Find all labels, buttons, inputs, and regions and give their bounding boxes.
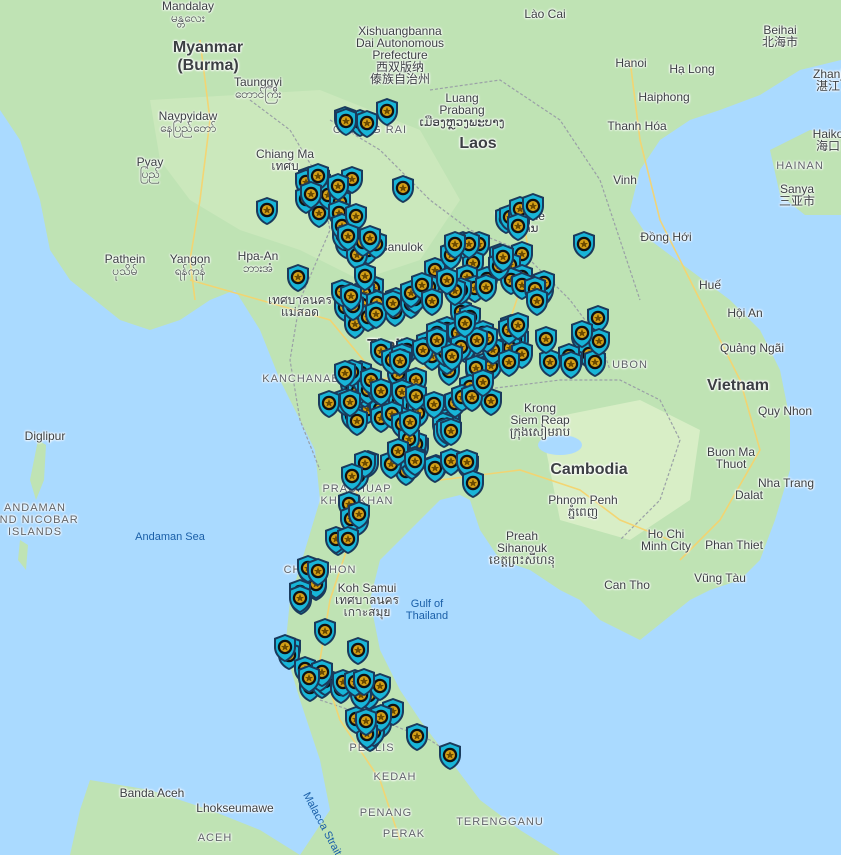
place-label-phnom-penh: Phnom Penh ភ្នំពេញ — [548, 493, 618, 519]
place-label-sanya: Sanya 三亚市 — [778, 182, 816, 208]
place-label-perak: PERAK — [382, 828, 426, 840]
place-label-ubon: UBON — [612, 359, 648, 371]
place-label-terengganu: TERENGGANU — [456, 816, 544, 828]
place-label-dalat: Dalat — [734, 488, 764, 502]
police-badge-icon[interactable] — [357, 224, 383, 254]
sea-label-gulf-of-thailand: Gulf of Thailand — [405, 598, 449, 622]
police-badge-icon[interactable] — [439, 342, 465, 372]
police-badge-icon[interactable] — [374, 97, 400, 127]
place-label-hpa-an: Hpa-An ဘားအံ — [237, 249, 279, 275]
place-label-koh-samui: Koh Samui เทศบาลนคร เกาะสมุย — [334, 581, 400, 619]
police-badge-icon[interactable] — [387, 347, 413, 377]
place-label-kedah: KEDAH — [373, 771, 417, 783]
country-label-laos: Laos — [459, 135, 497, 152]
place-label-banda-aceh: Banda Aceh — [119, 786, 185, 800]
place-label-vung-tau: Vũng Tàu — [694, 571, 746, 585]
country-label-myanmar: Myanmar (Burma) — [172, 39, 244, 74]
place-label-buon-ma-thuot: Buon Ma Thuot — [706, 445, 756, 471]
place-label-krong-siem-reap: Krong Siem Reap ក្រុងសៀមរាប — [509, 401, 571, 439]
police-badge-icon[interactable] — [404, 722, 430, 752]
place-label-penang: PENANG — [359, 807, 413, 819]
police-badge-icon[interactable] — [452, 309, 478, 339]
police-badge-icon[interactable] — [558, 350, 584, 380]
police-badge-icon[interactable] — [332, 359, 358, 389]
place-label-quy-nhon: Quy Nhon — [757, 404, 813, 418]
place-label-diglipur: Diglipur — [24, 429, 66, 443]
place-label-hue: Huế — [698, 278, 722, 292]
police-badge-icon[interactable] — [312, 617, 338, 647]
place-label-mandalay: Mandalay မန္တလေး — [161, 0, 215, 25]
place-label-lhokseumawe: Lhokseumawe — [196, 801, 274, 815]
place-label-beijing: Beihai 北海市 — [761, 23, 799, 49]
police-badge-icon[interactable] — [496, 348, 522, 378]
police-badge-icon[interactable] — [470, 368, 496, 398]
police-badge-icon[interactable] — [421, 390, 447, 420]
police-badge-icon[interactable] — [338, 282, 364, 312]
police-badge-icon[interactable] — [298, 180, 324, 210]
police-badge-icon[interactable] — [287, 584, 313, 614]
place-label-hanoi: Hanoi — [615, 56, 647, 70]
place-label-dong-hoi: Đồng Hới — [640, 230, 692, 244]
police-badge-icon[interactable] — [419, 287, 445, 317]
place-label-pyay: Pyay ပြည် — [136, 155, 164, 181]
police-badge-icon[interactable] — [520, 192, 546, 222]
place-label-mae-sot: เทศบาลนคร แม่สอด — [267, 293, 333, 319]
country-label-cambodia: Cambodia — [550, 461, 628, 478]
place-label-lao-cai: Lào Cai — [524, 7, 566, 21]
police-badge-icon[interactable] — [390, 174, 416, 204]
police-badge-icon[interactable] — [569, 319, 595, 349]
place-label-luang-prabang: Luang Prabang ເມືອງຫຼວງພະບາງ — [419, 91, 505, 129]
police-badge-icon[interactable] — [351, 667, 377, 697]
police-badge-icon[interactable] — [254, 196, 280, 226]
place-label-hainan: HAINAN — [776, 160, 824, 172]
place-label-yangon: Yangon ရန်ကုန် — [169, 252, 211, 278]
place-label-taunggyi: Taunggyi တောင်ကြီး — [233, 75, 283, 101]
place-label-zhanjiang: Zhanj 湛江 — [812, 67, 841, 93]
place-label-quang-ngai: Quảng Ngãi — [719, 341, 785, 355]
police-badge-icon[interactable] — [296, 664, 322, 694]
police-badge-icon[interactable] — [335, 525, 361, 555]
place-label-hoi-an: Hội An — [727, 306, 763, 320]
place-label-ho-chi-minh: Ho Chi Minh City — [640, 527, 692, 553]
police-badge-icon[interactable] — [505, 311, 531, 341]
police-badge-icon[interactable] — [437, 741, 463, 771]
country-label-vietnam: Vietnam — [707, 377, 769, 394]
police-badge-icon[interactable] — [490, 243, 516, 273]
police-badge-icon[interactable] — [571, 230, 597, 260]
police-badge-icon[interactable] — [460, 469, 486, 499]
place-label-preah-sihanouk: Preah Sihanouk ខេត្តព្រះសីហនុ — [489, 529, 555, 567]
police-badge-icon[interactable] — [353, 707, 379, 737]
police-badge-icon[interactable] — [438, 417, 464, 447]
place-label-haiphong: Haiphong — [638, 90, 690, 104]
sea-label-andaman-sea: Andaman Sea — [135, 531, 205, 543]
place-label-pathein: Pathein ပုသိမ် — [104, 252, 146, 278]
police-badge-icon[interactable] — [473, 273, 499, 303]
place-label-can-tho: Can Tho — [604, 578, 650, 592]
police-badge-icon[interactable] — [345, 636, 371, 666]
police-badge-icon[interactable] — [533, 325, 559, 355]
police-badge-icon[interactable] — [397, 408, 423, 438]
place-label-naypyidaw: Naypyidaw နေပြည်တော် — [158, 109, 218, 135]
place-label-aceh: ACEH — [197, 832, 233, 844]
place-label-xishuangbanna: Xishuangbanna Dai Autonomous Prefecture … — [355, 24, 445, 86]
place-label-thanh-hoa: Thanh Hóa — [607, 119, 667, 133]
place-label-haikou: Haiko 海口 — [812, 127, 841, 153]
place-label-ha-long: Hạ Long — [669, 62, 715, 76]
police-badge-icon[interactable] — [285, 263, 311, 293]
place-label-nha-trang: Nha Trang — [757, 476, 815, 490]
place-label-vinh: Vinh — [613, 173, 637, 187]
police-badge-icon[interactable] — [339, 462, 365, 492]
place-label-phan-thiet: Phan Thiet — [705, 538, 763, 552]
place-label-andaman-nicobar: ANDAMAN AND NICOBAR ISLANDS — [0, 502, 79, 538]
map-canvas[interactable]: Myanmar (Burma)LaosThailandCambodiaVietn… — [0, 0, 841, 855]
police-badge-icon[interactable] — [316, 389, 342, 419]
police-badge-icon[interactable] — [442, 230, 468, 260]
